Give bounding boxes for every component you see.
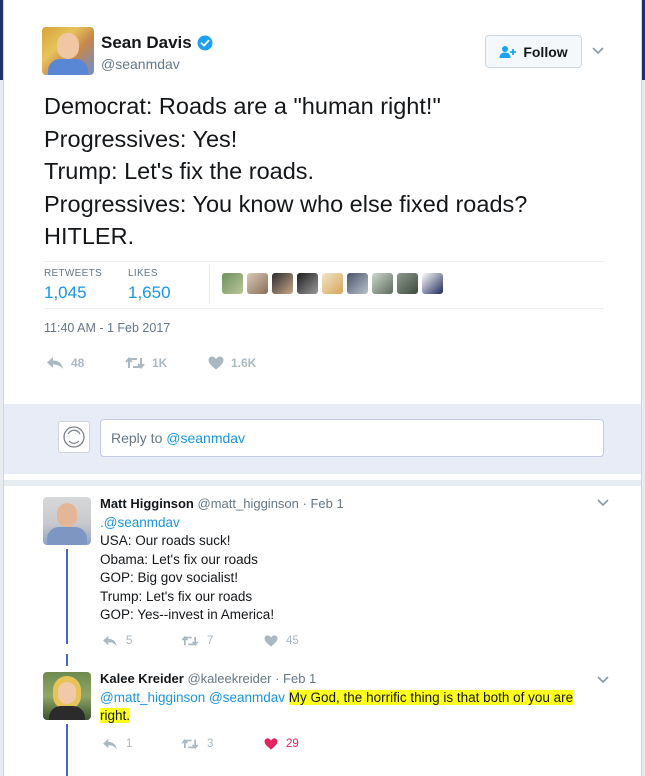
reply-author-name[interactable]: Kalee Kreider	[100, 671, 184, 686]
tweet-text-line: Progressives: You know who else fixed ro…	[44, 190, 528, 217]
highlighted-text: My God, the horrific thing is that both …	[288, 690, 574, 705]
tweet-text-line: HITLER.	[44, 223, 135, 249]
liker-avatar[interactable]	[372, 273, 393, 294]
chevron-down-icon[interactable]	[596, 675, 610, 685]
reply-text-line: GOP: Big gov socialist!	[100, 570, 239, 586]
tweet-text-line: Trump: Let's fix the roads.	[44, 158, 315, 184]
section-separator	[4, 480, 641, 486]
reply-header: Kalee Kreider @kaleekreider · Feb 1	[100, 671, 316, 686]
heart-icon	[264, 738, 278, 750]
liker-avatar[interactable]	[422, 273, 443, 294]
reply-mention[interactable]: .@seanmdav	[100, 514, 274, 532]
thread-connector	[66, 549, 68, 644]
current-user-avatar[interactable]	[58, 421, 90, 453]
like-button[interactable]: 1.6K	[208, 356, 256, 370]
reply-text-line: Obama: Let's fix our roads	[100, 551, 258, 567]
reply-author-handle[interactable]: @kaleekreider	[187, 671, 271, 686]
like-count: 29	[286, 738, 299, 750]
reply-input[interactable]: Reply to @seanmdav	[100, 419, 604, 457]
highlighted-text: right.	[100, 708, 131, 724]
stats-vertical-divider	[209, 264, 210, 304]
reply-mentions[interactable]: @matt_higginson @seanmdav	[100, 690, 285, 705]
tweet-text-line: Democrat: Roads are a "human right!"	[44, 93, 441, 119]
retweets-count[interactable]: 1,045	[44, 283, 87, 303]
retweets-label: RETWEETS	[44, 268, 102, 279]
reply-text: @matt_higginson @seanmdav My God, the ho…	[100, 689, 574, 726]
stats-divider-bottom	[44, 308, 604, 309]
reply-count: 48	[71, 356, 85, 370]
reply-button[interactable]: 5	[102, 635, 132, 647]
reply-text: .@seanmdav USA: Our roads suck! Obama: L…	[100, 514, 274, 624]
reply-count: 1	[126, 738, 133, 750]
heart-icon	[208, 356, 224, 370]
likes-label: LIKES	[128, 268, 158, 279]
chevron-down-icon[interactable]	[591, 46, 605, 56]
liker-avatar[interactable]	[247, 273, 268, 294]
reply-input-prefix: Reply to	[111, 430, 167, 446]
reply-text-line: USA: Our roads suck!	[100, 533, 231, 549]
reply-header: Matt Higginson @matt_higginson · Feb 1	[100, 496, 344, 511]
reply-text-line: GOP: Yes--invest in America!	[100, 607, 275, 623]
reply-button[interactable]: 1	[102, 738, 132, 750]
thread-connector	[66, 654, 68, 666]
author-display-name[interactable]: Sean Davis	[101, 33, 192, 53]
reply-author-handle[interactable]: @matt_higginson	[198, 496, 299, 511]
liker-avatar[interactable]	[297, 273, 318, 294]
reply-icon	[103, 635, 117, 647]
reply-icon	[103, 738, 117, 750]
like-count: 1.6K	[231, 356, 257, 370]
thread-connector	[66, 724, 68, 776]
chevron-down-icon[interactable]	[596, 498, 610, 508]
retweet-icon	[125, 356, 145, 370]
like-button[interactable]: 45	[264, 635, 299, 647]
likes-count[interactable]: 1,650	[128, 283, 171, 303]
retweet-count: 1K	[152, 356, 168, 370]
heart-icon	[264, 635, 278, 647]
retweet-count: 3	[207, 738, 214, 750]
liker-avatar[interactable]	[222, 273, 243, 294]
reply-author-avatar[interactable]	[43, 672, 91, 720]
add-user-icon	[499, 45, 517, 58]
reply-button[interactable]: 48	[46, 356, 84, 370]
liker-avatars	[222, 273, 443, 294]
reply-author-name[interactable]: Matt Higginson	[100, 496, 194, 511]
retweet-icon	[181, 738, 199, 750]
tweet-text-line: Progressives: Yes!	[44, 125, 238, 152]
retweet-count: 7	[207, 635, 214, 647]
reply-text-line: Trump: Let's fix our roads	[100, 588, 253, 604]
tweet-text: Democrat: Roads are a "human right!" Pro…	[44, 90, 614, 253]
stats-divider-top	[44, 261, 604, 262]
like-button[interactable]: 29	[264, 738, 299, 750]
follow-button[interactable]: Follow	[485, 35, 582, 68]
reply-author-avatar[interactable]	[43, 497, 91, 545]
retweet-button[interactable]: 3	[181, 738, 213, 750]
retweet-button[interactable]: 7	[181, 635, 213, 647]
liker-avatar[interactable]	[347, 273, 368, 294]
author-name-row[interactable]: Sean Davis	[101, 33, 213, 53]
tweet-timestamp[interactable]: 11:40 AM - 1 Feb 2017	[44, 321, 170, 335]
retweet-button[interactable]: 1K	[125, 356, 167, 370]
reply-date[interactable]: · Feb 1	[275, 671, 316, 686]
reply-count: 5	[126, 635, 133, 647]
author-handle[interactable]: @seanmdav	[101, 56, 180, 72]
liker-avatar[interactable]	[272, 273, 293, 294]
tweet-card: Sean Davis @seanmdav Follow Democrat: Ro…	[3, 0, 642, 776]
author-avatar[interactable]	[42, 27, 94, 75]
verified-badge-icon	[197, 35, 213, 51]
reply-icon	[47, 357, 63, 369]
like-count: 45	[286, 635, 299, 647]
follow-button-label: Follow	[523, 43, 568, 60]
reply-date[interactable]: · Feb 1	[303, 496, 344, 511]
default-avatar-icon	[63, 426, 85, 448]
reply-input-handle: @seanmdav	[166, 430, 246, 446]
liker-avatar[interactable]	[397, 273, 418, 294]
retweet-icon	[181, 635, 199, 647]
liker-avatar[interactable]	[322, 273, 343, 294]
